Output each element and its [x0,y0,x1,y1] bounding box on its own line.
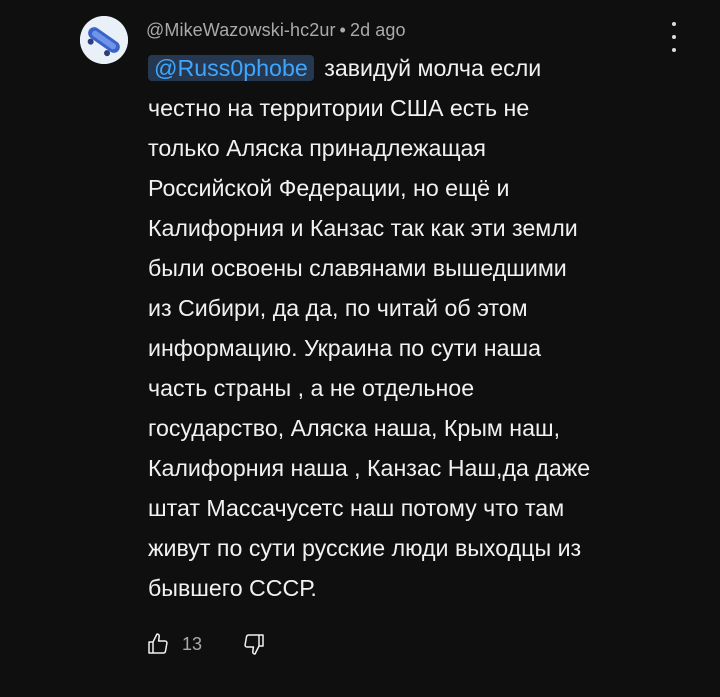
comment-line: были освоены славянами вышедшими [148,255,567,281]
comment-line: честно на территории США есть не [148,95,530,121]
menu-dot [672,35,676,39]
thumb-down-icon [244,634,264,655]
thumb-up-icon [148,633,168,654]
comment-line: Российской Федерации, но ещё и [148,175,510,201]
comment-line: часть страны , а не отдельное [148,375,475,401]
avatar-image [80,16,128,64]
dislike-button[interactable] [242,632,266,656]
comment-actions: 13 [146,628,266,660]
comment-line: живут по сути русские люди выходцы из [148,535,582,561]
comment-text: @Russ0phobe завидуй молча если честно на… [148,48,688,608]
comment-line: бывшего СССР. [148,575,317,601]
menu-dot [672,22,676,26]
comment-line: штат Массачусетс наш потому что там [148,495,565,521]
timestamp[interactable]: 2d ago [350,20,406,40]
author-name[interactable]: @MikeWazowski-hc2ur [146,20,336,40]
comment-header: @MikeWazowski-hc2ur • 2d ago [146,20,406,41]
comment-line-text: завидуй молча если [324,55,542,81]
comment-line: государство, Аляска наша, Крым наш, [148,415,561,441]
comment-line: из Сибири, да да, по читай об этом [148,295,528,321]
comment-thread: @MikeWazowski-hc2ur • 2d ago @Russ0phobe з… [0,0,720,697]
avatar[interactable] [80,16,128,64]
comment-line: @Russ0phobe завидуй молча если [148,48,688,88]
mention-link[interactable]: @Russ0phobe [148,55,314,81]
like-count: 13 [182,633,203,654]
comment-line: Калифорния и Канзас так как эти земли [148,215,578,241]
like-button[interactable]: 13 [146,632,202,656]
comment-line: только Аляска принадлежащая [148,135,486,161]
separator: • [339,20,346,40]
comment-line: Калифорния наша , Канзас Наш,да даже [148,455,591,481]
comment-line: информацию. Украина по сути наша [148,335,541,361]
